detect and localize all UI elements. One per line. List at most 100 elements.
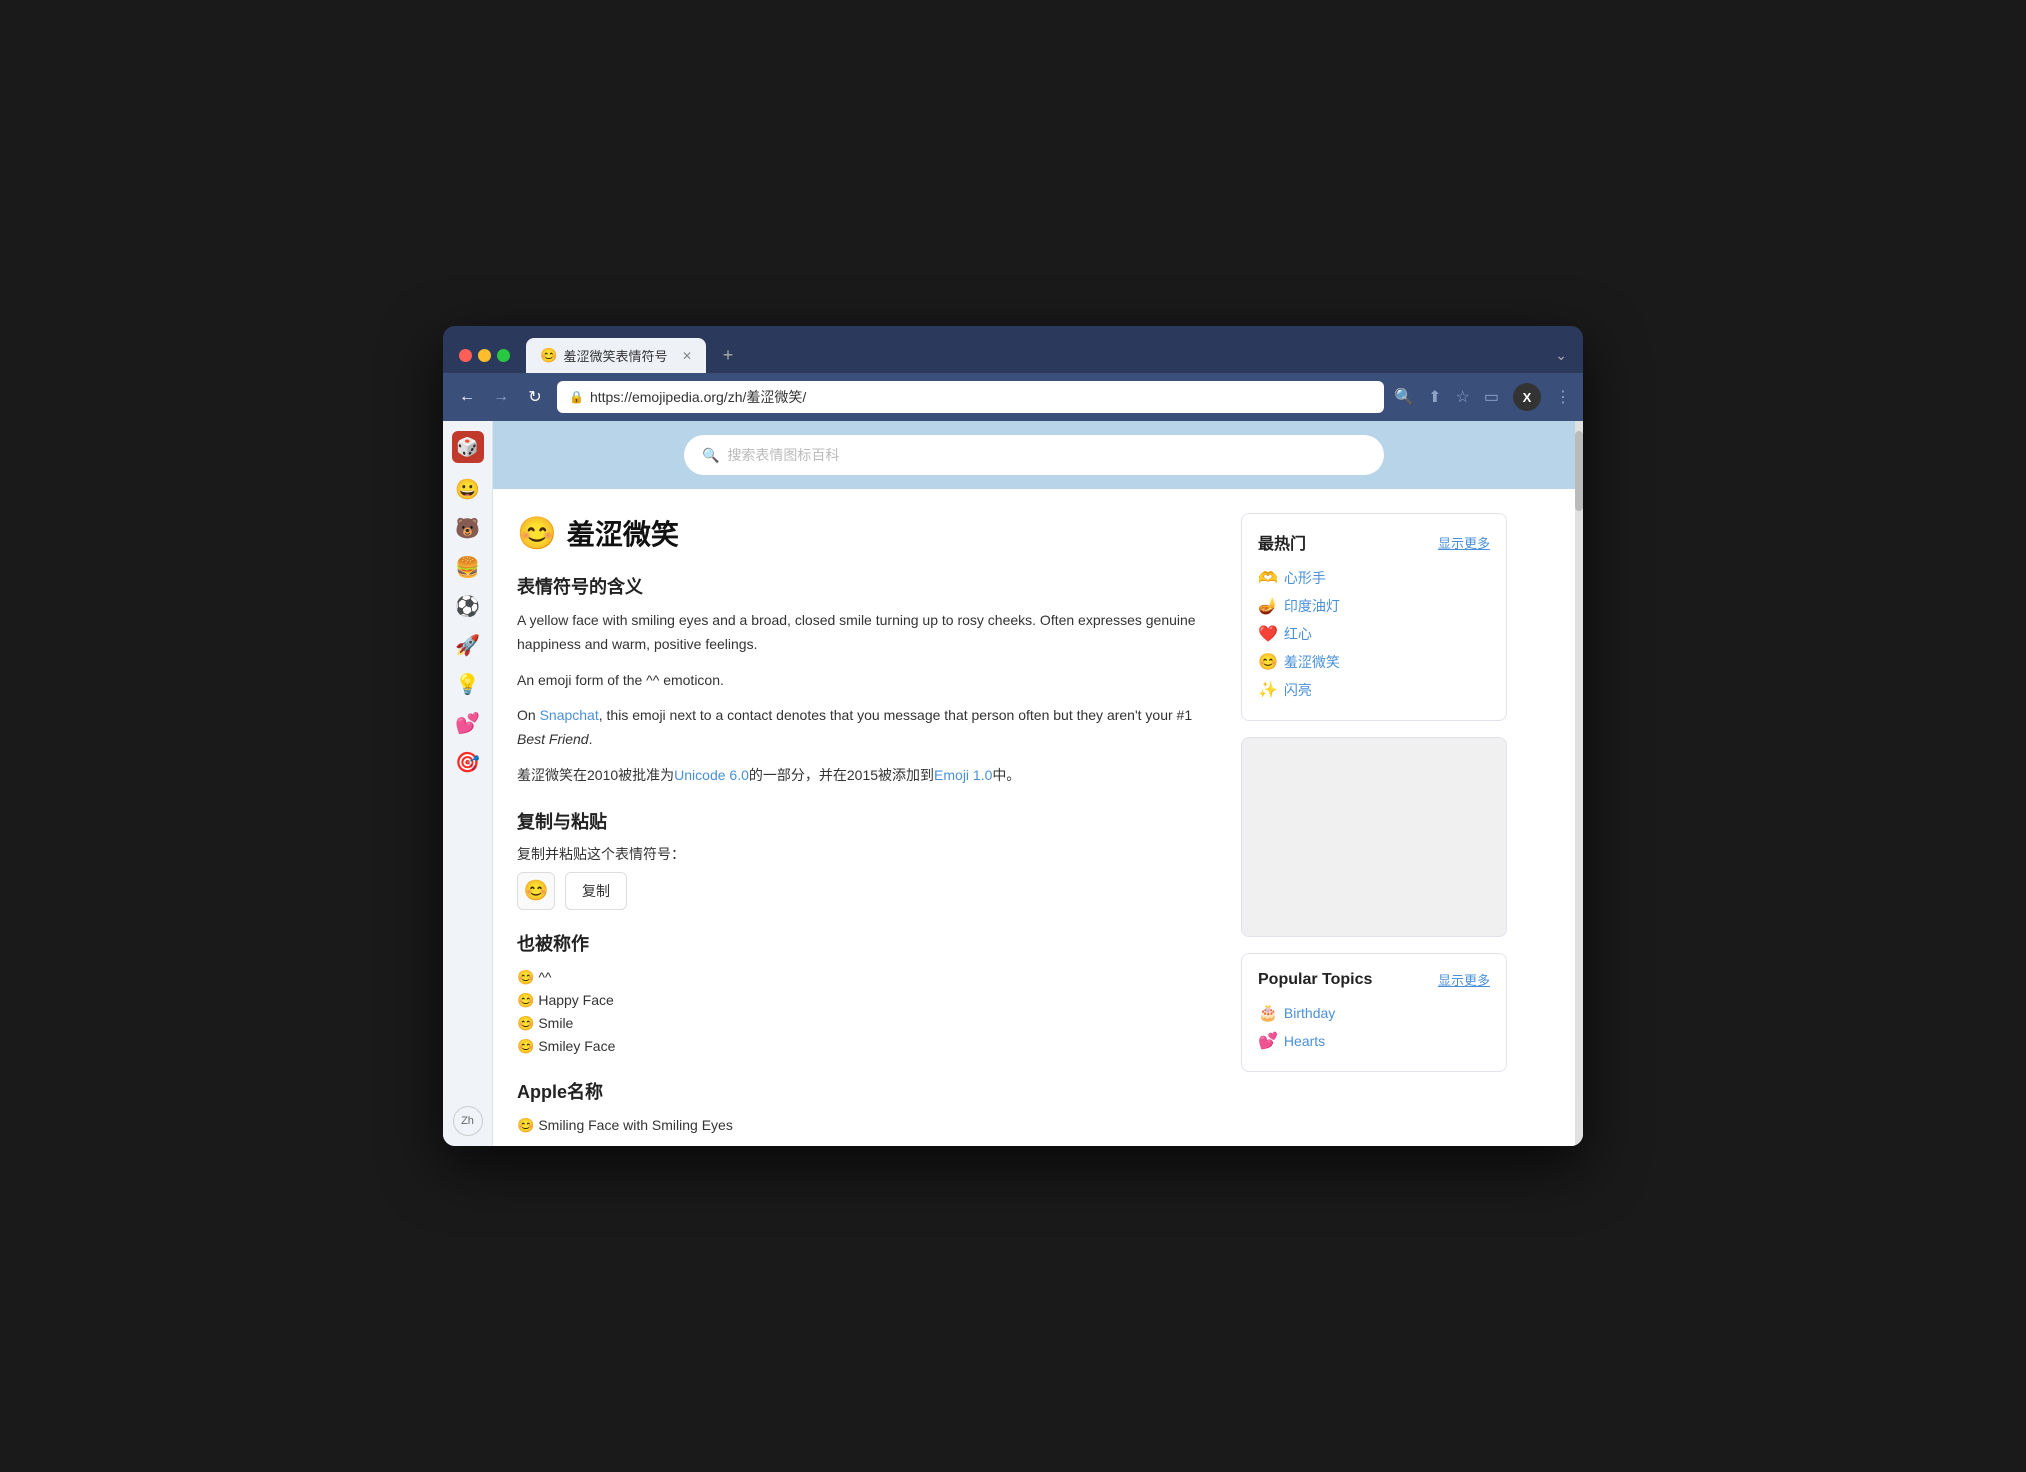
topics-show-more[interactable]: 显示更多 [1438,970,1490,989]
popular-link-3[interactable]: 羞涩微笑 [1284,652,1340,672]
also-known-emoji-0: 😊 [517,969,534,985]
description-4: 羞涩微笑在2010被批准为Unicode 6.0的一部分，并在2015被添加到E… [517,764,1217,788]
list-item[interactable]: 🎂 Birthday [1258,999,1490,1027]
sidebar-item-target[interactable]: 🎯 [455,750,480,775]
emoji-title: 😊 羞涩微笑 [517,513,1217,553]
toolbar-icons: 🔍 ⬆ ☆ ▭ X ⋮ [1394,383,1571,411]
address-bar-row: ← → ↻ 🔒 https://emojipedia.org/zh/羞涩微笑/ … [443,373,1583,421]
topics-card-header: Popular Topics 显示更多 [1258,970,1490,989]
snapchat-link[interactable]: Snapchat [540,707,599,723]
copy-row: 😊 复制 [517,872,1217,910]
apple-name-list: 😊 Smiling Face with Smiling Eyes [517,1114,1217,1137]
title-bar: 😊 羞涩微笑表情符号 ✕ + ⌄ [443,326,1583,373]
address-text: https://emojipedia.org/zh/羞涩微笑/ [590,387,806,407]
browser-window: 😊 羞涩微笑表情符号 ✕ + ⌄ ← → ↻ 🔒 https://emojipe… [443,326,1583,1146]
apple-section: Apple名称 😊 Smiling Face with Smiling Eyes [517,1078,1217,1137]
popular-link-2[interactable]: 红心 [1284,624,1312,644]
list-item: 😊 Smiling Face with Smiling Eyes [517,1114,1217,1137]
article: 😊 羞涩微笑 表情符号的含义 A yellow face with smilin… [517,513,1217,1137]
refresh-button[interactable]: ↻ [523,387,547,407]
article-emoji: 😊 [517,514,557,552]
description-2: An emoji form of the ^^ emoticon. [517,669,1217,693]
scrollbar-thumb[interactable] [1575,431,1583,511]
tab-chevron-icon[interactable]: ⌄ [1555,347,1567,364]
logo-emoji: 🎲 [456,437,478,458]
popular-link-1[interactable]: 印度油灯 [1284,596,1340,616]
advertisement [1241,737,1507,937]
list-item: 😊 Happy Face [517,989,1217,1012]
list-item[interactable]: 🫶 心形手 [1258,564,1490,592]
left-sidebar: 🎲 😀 🐻 🍔 ⚽ 🚀 💡 💕 🎯 Zh [443,421,493,1146]
list-item[interactable]: 🪔 印度油灯 [1258,592,1490,620]
popular-link-4[interactable]: 闪亮 [1284,680,1312,700]
search-bar[interactable]: 🔍 搜索表情图标百科 [684,435,1384,475]
description-1: A yellow face with smiling eyes and a br… [517,609,1217,657]
copy-label: 复制并粘贴这个表情符号： [517,844,1217,864]
topics-link-0[interactable]: Birthday [1284,1005,1335,1021]
topics-title: Popular Topics [1258,971,1372,989]
emoji-version-link[interactable]: Emoji 1.0 [934,767,992,783]
list-item: 😊 Smiley Face [517,1035,1217,1058]
share-icon[interactable]: ⬆ [1428,387,1441,407]
sidebar-item-bulb[interactable]: 💡 [455,672,480,697]
maximize-button[interactable] [497,349,510,362]
scrollbar[interactable] [1575,421,1583,1146]
popular-emoji-3: 😊 [1258,652,1278,672]
site-logo[interactable]: 🎲 [452,431,484,463]
also-known-text-3: Smiley Face [538,1038,615,1054]
search-icon: 🔍 [702,447,719,464]
menu-icon[interactable]: ⋮ [1555,387,1571,407]
content-area: 😊 羞涩微笑 表情符号的含义 A yellow face with smilin… [493,489,1575,1146]
unicode-link[interactable]: Unicode 6.0 [674,767,749,783]
right-sidebar: 最热门 显示更多 🫶 心形手 🪔 印度油灯 [1217,513,1507,1137]
topics-emoji-1: 💕 [1258,1031,1278,1051]
popular-title: 最热门 [1258,530,1306,554]
browser-tab[interactable]: 😊 羞涩微笑表情符号 ✕ [526,338,706,373]
new-tab-button[interactable]: + [714,342,742,370]
copy-section: 复制与粘贴 复制并粘贴这个表情符号： 😊 复制 [517,808,1217,910]
copy-emoji-display: 😊 [517,872,555,910]
close-button[interactable] [459,349,472,362]
popular-emoji-0: 🫶 [1258,568,1278,588]
lock-icon: 🔒 [569,390,584,404]
list-item[interactable]: 😊 羞涩微笑 [1258,648,1490,676]
tab-close-button[interactable]: ✕ [682,349,692,363]
sidebar-item-burger[interactable]: 🍔 [455,555,480,580]
bookmark-icon[interactable]: ☆ [1456,387,1470,407]
sidebar-item-soccer[interactable]: ⚽ [455,594,480,619]
list-item[interactable]: ✨ 闪亮 [1258,676,1490,704]
description-3: On Snapchat, this emoji next to a contac… [517,704,1217,752]
popular-show-more[interactable]: 显示更多 [1438,533,1490,552]
address-input[interactable]: 🔒 https://emojipedia.org/zh/羞涩微笑/ [557,381,1384,413]
browser-body: 🎲 😀 🐻 🍔 ⚽ 🚀 💡 💕 🎯 Zh 🔍 搜索表情图标百科 [443,421,1583,1146]
sidebar-item-rocket[interactable]: 🚀 [455,633,480,658]
forward-button[interactable]: → [489,388,513,406]
back-button[interactable]: ← [455,388,479,406]
also-known-text-0: ^^ [538,969,551,985]
sidebar-item-hearts[interactable]: 💕 [455,711,480,736]
apple-emoji-0: 😊 [517,1117,534,1133]
also-known-text-1: Happy Face [538,992,613,1008]
apple-text-0: Smiling Face with Smiling Eyes [538,1117,733,1133]
also-known-title: 也被称作 [517,930,1217,956]
search-input[interactable]: 搜索表情图标百科 [727,445,839,465]
topics-list: 🎂 Birthday 💕 Hearts [1258,999,1490,1055]
sidebar-item-smiley[interactable]: 😀 [455,477,480,502]
minimize-button[interactable] [478,349,491,362]
list-item[interactable]: ❤️ 红心 [1258,620,1490,648]
popular-link-0[interactable]: 心形手 [1284,568,1326,588]
popular-emoji-4: ✨ [1258,680,1278,700]
list-item: 😊 Smile [517,1012,1217,1035]
sidebar-toggle-icon[interactable]: ▭ [1484,387,1499,407]
sidebar-item-bear[interactable]: 🐻 [455,516,480,541]
also-known-section: 也被称作 😊 ^^ 😊 Happy Face 😊 [517,930,1217,1058]
popular-list: 🫶 心形手 🪔 印度油灯 ❤️ 红心 [1258,564,1490,704]
copy-button[interactable]: 复制 [565,872,627,910]
list-item[interactable]: 💕 Hearts [1258,1027,1490,1055]
topics-link-1[interactable]: Hearts [1284,1033,1325,1049]
x-account-button[interactable]: X [1513,383,1541,411]
also-known-emoji-1: 😊 [517,992,534,1008]
also-known-list: 😊 ^^ 😊 Happy Face 😊 Smile [517,966,1217,1058]
browser-search-icon[interactable]: 🔍 [1394,387,1414,407]
language-selector[interactable]: Zh [453,1106,483,1136]
